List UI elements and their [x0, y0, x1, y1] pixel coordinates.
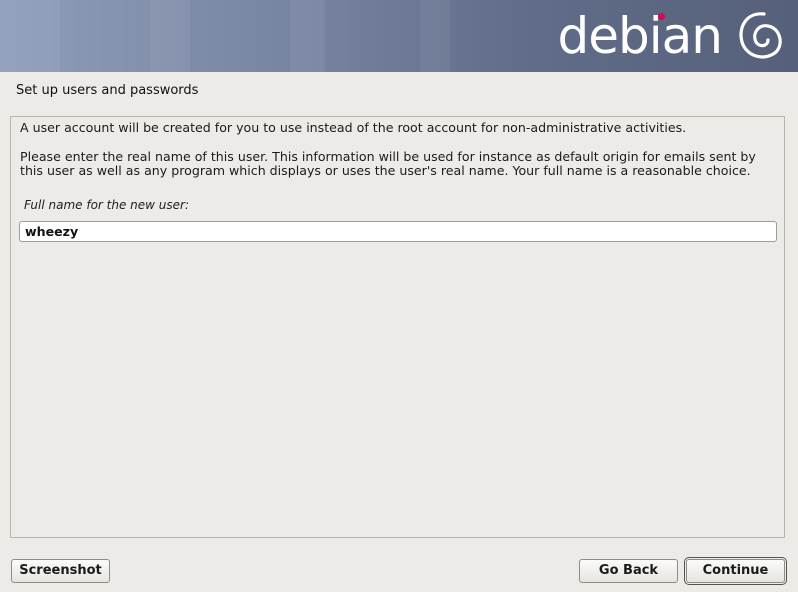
- banner-stripe: [290, 0, 325, 72]
- full-name-label: Full name for the new user:: [24, 198, 190, 212]
- debian-logo-dot: [658, 13, 665, 20]
- screenshot-button[interactable]: Screenshot: [11, 559, 110, 583]
- page-title: Set up users and passwords: [16, 83, 199, 98]
- full-name-input[interactable]: [19, 221, 777, 242]
- content-panel: A user account will be created for you t…: [10, 116, 785, 538]
- intro-text: A user account will be created for you t…: [20, 120, 687, 135]
- banner-stripe: [0, 0, 60, 72]
- go-back-button[interactable]: Go Back: [579, 559, 678, 583]
- debian-swirl-icon: [739, 12, 782, 59]
- installer-banner: debian: [0, 0, 798, 72]
- continue-button[interactable]: Continue: [684, 557, 787, 585]
- banner-stripe: [150, 0, 190, 72]
- debian-logo-text: debian: [557, 7, 723, 65]
- description-text: Please enter the real name of this user.…: [20, 149, 756, 178]
- banner-stripe: [420, 0, 450, 72]
